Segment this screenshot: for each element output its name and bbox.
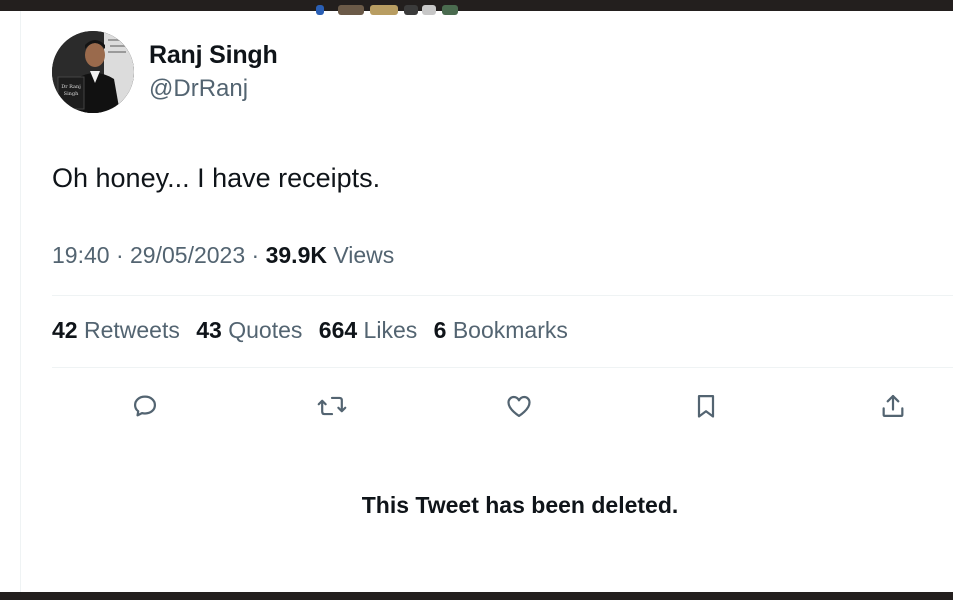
views-count: 39.9K <box>265 242 327 268</box>
author-display-name[interactable]: Ranj Singh <box>149 41 278 70</box>
svg-text:Singh: Singh <box>64 91 79 97</box>
tweet-meta: 19:40 · 29/05/2023 · 39.9K Views <box>52 242 394 269</box>
tweet-text: Oh honey... I have receipts. <box>52 163 381 193</box>
bottom-frame-bar <box>0 592 953 600</box>
views-label: Views <box>333 242 395 268</box>
stat-retweets[interactable]: 42 Retweets <box>52 317 180 343</box>
screenshot-page: Dr Ranj Singh Ranj Singh @DrRanj Oh hone… <box>0 0 953 600</box>
meta-separator: · <box>115 242 124 268</box>
like-icon <box>507 395 531 418</box>
top-frame-bar <box>0 0 953 11</box>
divider <box>52 295 953 296</box>
author-handle[interactable]: @DrRanj <box>149 75 248 103</box>
deleted-tweet-notice: This Tweet has been deleted. <box>361 492 679 518</box>
meta-separator: · <box>251 242 260 268</box>
like-button[interactable] <box>503 390 535 422</box>
retweet-button[interactable] <box>316 390 348 422</box>
reply-button[interactable] <box>129 390 161 422</box>
avatar-image: Dr Ranj Singh <box>52 31 134 113</box>
svg-text:Dr Ranj: Dr Ranj <box>61 84 81 90</box>
bookmark-icon <box>697 394 715 418</box>
stat-likes[interactable]: 664 Likes <box>319 317 417 343</box>
divider <box>52 367 953 368</box>
share-button[interactable] <box>877 390 909 422</box>
engagement-stats: 42 Retweets 43 Quotes 664 Likes 6 Bookma… <box>52 317 578 344</box>
share-icon <box>882 394 904 418</box>
bookmark-button[interactable] <box>690 390 722 422</box>
stat-quotes[interactable]: 43 Quotes <box>196 317 302 343</box>
tweet-time[interactable]: 19:40 <box>52 242 110 268</box>
stat-bookmarks[interactable]: 6 Bookmarks <box>434 317 568 343</box>
avatar[interactable]: Dr Ranj Singh <box>52 31 134 113</box>
retweet-icon <box>317 396 347 416</box>
reply-icon <box>133 395 157 417</box>
tweet-date[interactable]: 29/05/2023 <box>130 242 245 268</box>
